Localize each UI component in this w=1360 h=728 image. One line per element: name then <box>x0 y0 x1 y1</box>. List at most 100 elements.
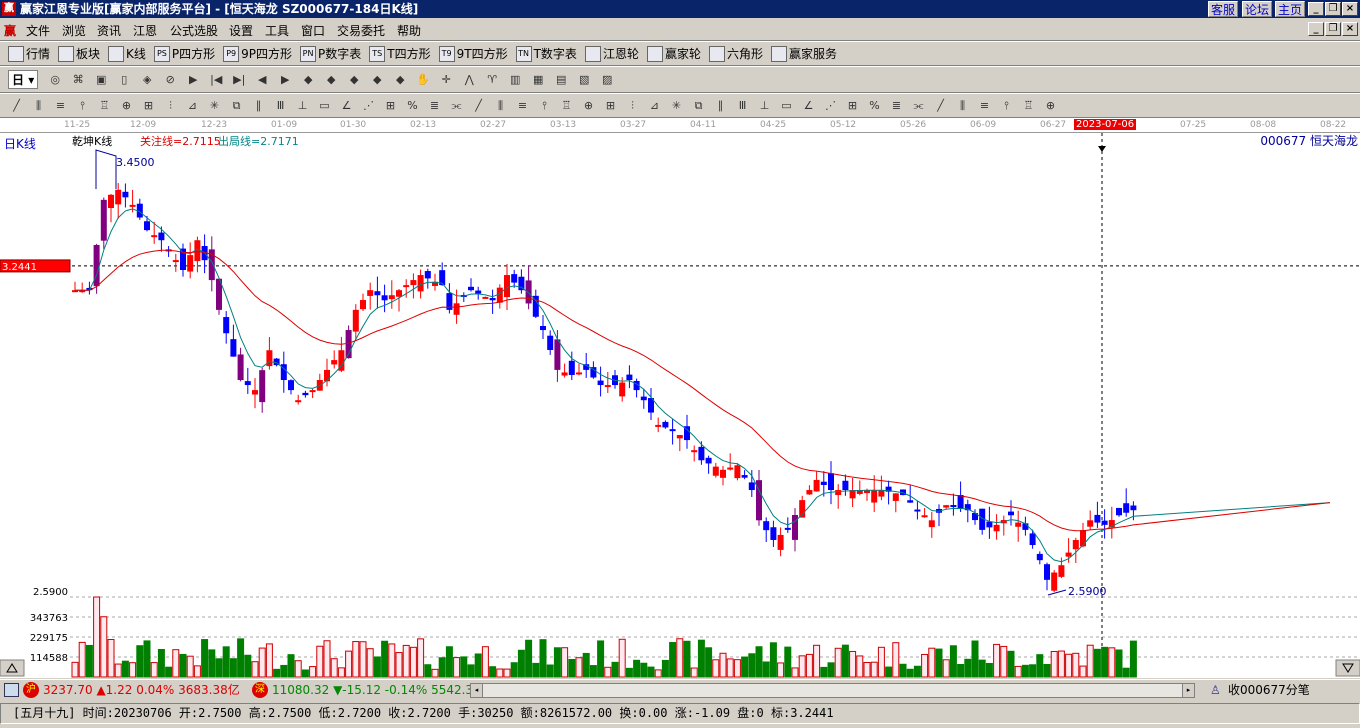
chart-tool-icon-23[interactable]: ▧ <box>575 71 593 89</box>
menu-settings[interactable]: 设置 <box>229 22 253 39</box>
chart-tool-icon-9[interactable]: ◀ <box>253 71 271 89</box>
drawing-tool-icon-12[interactable]: Ⅲ <box>272 97 289 115</box>
chart-tool-icon-3[interactable]: ▯ <box>115 71 133 89</box>
drawing-tool-icon-41[interactable]: ⫘ <box>910 97 927 115</box>
chart-tool-icon-14[interactable]: ◆ <box>368 71 386 89</box>
chart-tool-icon-20[interactable]: ▥ <box>506 71 524 89</box>
drawing-tool-icon-18[interactable]: % <box>404 97 421 115</box>
home-link[interactable]: 主页 <box>1275 1 1306 17</box>
menu-news[interactable]: 资讯 <box>97 22 121 39</box>
drawing-tool-icon-19[interactable]: ≣ <box>426 97 443 115</box>
menu-formula[interactable]: 公式选股 <box>170 22 218 39</box>
drawing-tool-icon-43[interactable]: ⫼ <box>954 97 971 115</box>
drawing-tool-icon-24[interactable]: ⫯ <box>536 97 553 115</box>
chart-tool-icon-6[interactable]: ▶ <box>184 71 202 89</box>
drawing-tool-icon-42[interactable]: ╱ <box>932 97 949 115</box>
drawing-tool-icon-11[interactable]: ∥ <box>250 97 267 115</box>
forum-link[interactable]: 论坛 <box>1242 1 1273 17</box>
chart-tool-icon-13[interactable]: ◆ <box>345 71 363 89</box>
toolbar-item-4[interactable]: P9 9P四方形 <box>223 45 292 62</box>
menu-window[interactable]: 窗口 <box>301 22 325 39</box>
chart-tool-icon-5[interactable]: ⊘ <box>161 71 179 89</box>
drawing-tool-icon-22[interactable]: ⫼ <box>492 97 509 115</box>
chart-tool-icon-7[interactable]: |◀ <box>207 71 225 89</box>
drawing-tool-icon-47[interactable]: ⊕ <box>1042 97 1059 115</box>
drawing-tool-icon-21[interactable]: ╱ <box>470 97 487 115</box>
minimize-button[interactable]: _ <box>1308 2 1324 16</box>
toolbar-item-12[interactable]: 赢家服务 <box>770 45 837 62</box>
drawing-tool-icon-6[interactable]: ⊞ <box>140 97 157 115</box>
toolbar-item-8[interactable]: TN T数字表 <box>515 45 577 62</box>
expand-panel-button[interactable] <box>0 659 25 677</box>
drawing-tool-icon-23[interactable]: ≡ <box>514 97 531 115</box>
chart-tool-icon-0[interactable]: ◎ <box>46 71 64 89</box>
drawing-tool-icon-16[interactable]: ⋰ <box>360 97 377 115</box>
drawing-tool-icon-1[interactable]: ⫼ <box>30 97 47 115</box>
drawing-tool-icon-34[interactable]: ⊥ <box>756 97 773 115</box>
chart-tool-icon-18[interactable]: ⋀ <box>460 71 478 89</box>
drawing-tool-icon-37[interactable]: ⋰ <box>822 97 839 115</box>
chart-tool-icon-17[interactable]: ✛ <box>437 71 455 89</box>
drawing-tool-icon-13[interactable]: ⊥ <box>294 97 311 115</box>
drawing-tool-icon-39[interactable]: % <box>866 97 883 115</box>
toolbar-item-9[interactable]: 江恩轮 <box>584 45 639 62</box>
chart-tool-icon-12[interactable]: ◆ <box>322 71 340 89</box>
drawing-tool-icon-17[interactable]: ⊞ <box>382 97 399 115</box>
toolbar-item-0[interactable]: 行情 <box>8 45 50 62</box>
menu-file[interactable]: 文件 <box>26 22 50 39</box>
sz-index-quote[interactable]: 11080.32 ▼-15.12 -0.14% 5542.3 <box>272 680 473 700</box>
doc-minimize-button[interactable]: _ <box>1308 22 1324 36</box>
drawing-tool-icon-44[interactable]: ≡ <box>976 97 993 115</box>
chart-tool-icon-15[interactable]: ◆ <box>391 71 409 89</box>
drawing-tool-icon-38[interactable]: ⊞ <box>844 97 861 115</box>
drawing-tool-icon-46[interactable]: ♖ <box>1020 97 1037 115</box>
drawing-tool-icon-7[interactable]: ⫶ <box>162 97 179 115</box>
chart-tool-icon-24[interactable]: ▨ <box>598 71 616 89</box>
chart-tool-icon-16[interactable]: ✋ <box>414 71 432 89</box>
calendar-icon[interactable] <box>4 683 19 697</box>
drawing-tool-icon-5[interactable]: ⊕ <box>118 97 135 115</box>
toolbar-item-1[interactable]: 板块 <box>58 45 100 62</box>
collapse-panel-button[interactable] <box>1335 659 1360 677</box>
service-link[interactable]: 客服 <box>1208 1 1239 17</box>
close-button[interactable]: × <box>1342 2 1358 16</box>
drawing-tool-icon-4[interactable]: ♖ <box>96 97 113 115</box>
toolbar-item-3[interactable]: PS P四方形 <box>153 45 215 62</box>
drawing-tool-icon-15[interactable]: ∠ <box>338 97 355 115</box>
kline-chart[interactable]: 日K线 乾坤K线 关注线=2.7115 出局线=2.7171 000677 恒天海龙 3.… <box>0 133 1360 678</box>
chart-tool-icon-19[interactable]: ♈ <box>483 71 501 89</box>
period-select[interactable]: 日 ▾ <box>8 70 39 89</box>
drawing-tool-icon-3[interactable]: ⫯ <box>74 97 91 115</box>
chart-tool-icon-8[interactable]: ▶| <box>230 71 248 89</box>
chart-tool-icon-4[interactable]: ◈ <box>138 71 156 89</box>
doc-close-button[interactable]: × <box>1342 22 1358 36</box>
drawing-tool-icon-30[interactable]: ✳ <box>668 97 685 115</box>
menu-gann[interactable]: 江恩 <box>133 22 157 39</box>
toolbar-item-11[interactable]: 六角形 <box>708 45 763 62</box>
toolbar-item-5[interactable]: PN P数字表 <box>300 45 361 62</box>
drawing-tool-icon-0[interactable]: ╱ <box>8 97 25 115</box>
drawing-tool-icon-35[interactable]: ▭ <box>778 97 795 115</box>
drawing-tool-icon-2[interactable]: ≡ <box>52 97 69 115</box>
drawing-tool-icon-31[interactable]: ⧉ <box>690 97 707 115</box>
chart-tool-icon-10[interactable]: ▶ <box>276 71 294 89</box>
drawing-tool-icon-20[interactable]: ⫘ <box>448 97 465 115</box>
tick-data-label[interactable]: 收000677分笔 <box>1228 680 1310 700</box>
chart-tool-icon-11[interactable]: ◆ <box>299 71 317 89</box>
drawing-tool-icon-32[interactable]: ∥ <box>712 97 729 115</box>
toolbar-item-10[interactable]: 赢家轮 <box>646 45 701 62</box>
drawing-tool-icon-27[interactable]: ⊞ <box>602 97 619 115</box>
menu-help[interactable]: 帮助 <box>397 22 421 39</box>
drawing-tool-icon-14[interactable]: ▭ <box>316 97 333 115</box>
drawing-tool-icon-45[interactable]: ⫯ <box>998 97 1015 115</box>
toolbar-item-2[interactable]: K线 <box>108 45 146 62</box>
drawing-tool-icon-36[interactable]: ∠ <box>800 97 817 115</box>
drawing-tool-icon-8[interactable]: ⊿ <box>184 97 201 115</box>
menu-browse[interactable]: 浏览 <box>62 22 86 39</box>
drawing-tool-icon-10[interactable]: ⧉ <box>228 97 245 115</box>
chart-tool-icon-22[interactable]: ▤ <box>552 71 570 89</box>
sh-index-quote[interactable]: 3237.70 ▲1.22 0.04% 3683.38亿 <box>43 680 240 700</box>
restore-button[interactable]: ❐ <box>1325 2 1341 16</box>
horizontal-scrollbar[interactable]: ◂ ▸ <box>470 683 1195 698</box>
drawing-tool-icon-25[interactable]: ♖ <box>558 97 575 115</box>
